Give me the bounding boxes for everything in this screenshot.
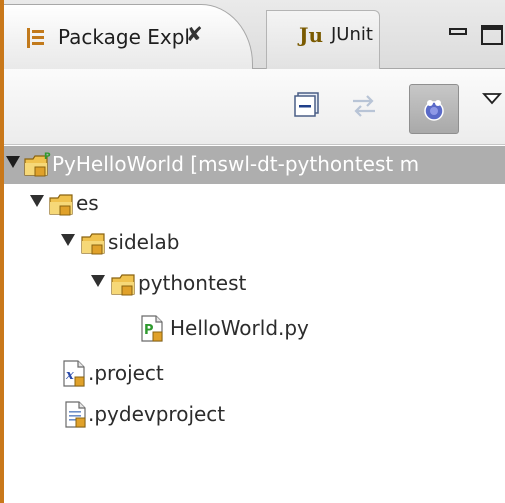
view-menu-icon[interactable] (482, 91, 502, 107)
tree-item-pydevproject-file[interactable]: .pydevproject (4, 396, 505, 434)
tree-item-helloworld-py[interactable]: P HelloWorld.py (4, 310, 505, 348)
tree-item-project-file[interactable]: x .project (4, 355, 505, 393)
package-explorer-icon (27, 28, 44, 48)
tree-item-project[interactable]: P PyHelloWorld [mswl-dt-pythontest m (4, 146, 505, 184)
tab-package-explorer[interactable]: Package Expl ✘ (4, 4, 253, 70)
expand-twisty[interactable] (30, 195, 44, 207)
tree-item-package-pythontest[interactable]: pythontest (4, 265, 505, 303)
package-folder-icon (49, 194, 73, 216)
xml-file-icon: x (63, 360, 85, 387)
tree-item-label: PyHelloWorld [mswl-dt-pythontest m (52, 152, 420, 176)
tree-item-label: .project (88, 361, 164, 385)
view-toolbar (4, 69, 505, 145)
package-folder-icon (81, 233, 105, 255)
view-tab-bar: Package Expl ✘ Ju JUnit (4, 0, 505, 70)
tree-item-label: .pydevproject (88, 402, 226, 426)
text-file-icon (65, 401, 86, 428)
focus-active-task-icon (424, 100, 444, 121)
collapse-all-icon[interactable] (294, 92, 320, 118)
minimize-icon[interactable] (448, 26, 468, 44)
expand-twisty[interactable] (61, 234, 75, 246)
expand-twisty[interactable] (6, 156, 20, 168)
link-with-editor-icon[interactable] (350, 92, 378, 120)
tab-package-explorer-label: Package Expl (58, 25, 190, 49)
package-folder-icon (111, 274, 135, 296)
tab-junit-label: JUnit (331, 24, 373, 45)
expand-twisty[interactable] (91, 275, 105, 287)
close-icon[interactable]: ✘ (186, 22, 203, 46)
focus-on-active-task-button[interactable] (409, 84, 459, 134)
svg-text:P: P (44, 152, 51, 162)
python-file-icon: P (141, 315, 163, 342)
svg-text:P: P (144, 323, 154, 338)
pydev-project-icon: P (24, 152, 51, 177)
tree-item-label: es (76, 191, 99, 215)
tree-item-label: sidelab (108, 230, 180, 254)
tree-item-package-sidelab[interactable]: sidelab (4, 224, 505, 262)
tab-junit[interactable]: Ju JUnit (266, 10, 380, 69)
tree-item-label: pythontest (138, 271, 247, 295)
junit-icon: Ju (299, 23, 324, 47)
maximize-icon[interactable] (480, 24, 505, 48)
svg-text:x: x (65, 368, 74, 383)
tree-item-label: HelloWorld.py (170, 316, 309, 340)
tree-item-package-es[interactable]: es (4, 185, 505, 223)
